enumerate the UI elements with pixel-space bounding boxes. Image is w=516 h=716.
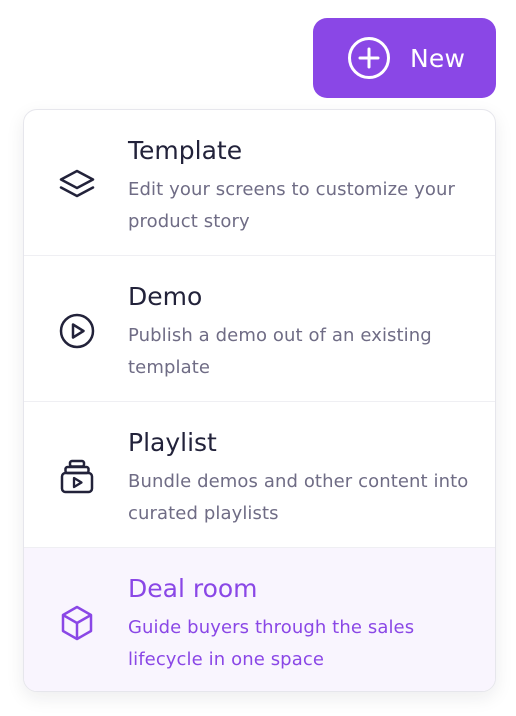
menu-item-description: Edit your screens to customize your prod…: [128, 179, 456, 232]
menu-item-description: Bundle demos and other content into cura…: [128, 471, 469, 524]
menu-item-deal-room[interactable]: Deal room Guide buyers through the sales…: [24, 548, 495, 691]
menu-item-demo[interactable]: Demo Publish a demo out of an existing t…: [24, 256, 495, 402]
menu-item-playlist[interactable]: Playlist Bundle demos and other content …: [24, 402, 495, 548]
new-button-label: New: [410, 43, 466, 73]
menu-item-description: Publish a demo out of an existing templa…: [128, 325, 432, 378]
menu-item-title: Playlist: [128, 428, 217, 457]
new-item-menu: Template Edit your screens to customize …: [23, 109, 496, 692]
plus-circle-icon: [348, 37, 390, 79]
menu-item-title: Deal room: [128, 574, 258, 603]
playlist-icon: [60, 459, 94, 494]
new-button[interactable]: New: [313, 18, 496, 98]
menu-item-template[interactable]: Template Edit your screens to customize …: [24, 110, 495, 256]
cube-icon: [61, 605, 93, 641]
menu-item-title: Demo: [128, 282, 203, 311]
menu-item-description: Guide buyers through the sales lifecycle…: [128, 617, 415, 670]
play-circle-icon: [59, 313, 95, 349]
layers-icon: [59, 169, 95, 198]
menu-item-title: Template: [128, 136, 243, 165]
